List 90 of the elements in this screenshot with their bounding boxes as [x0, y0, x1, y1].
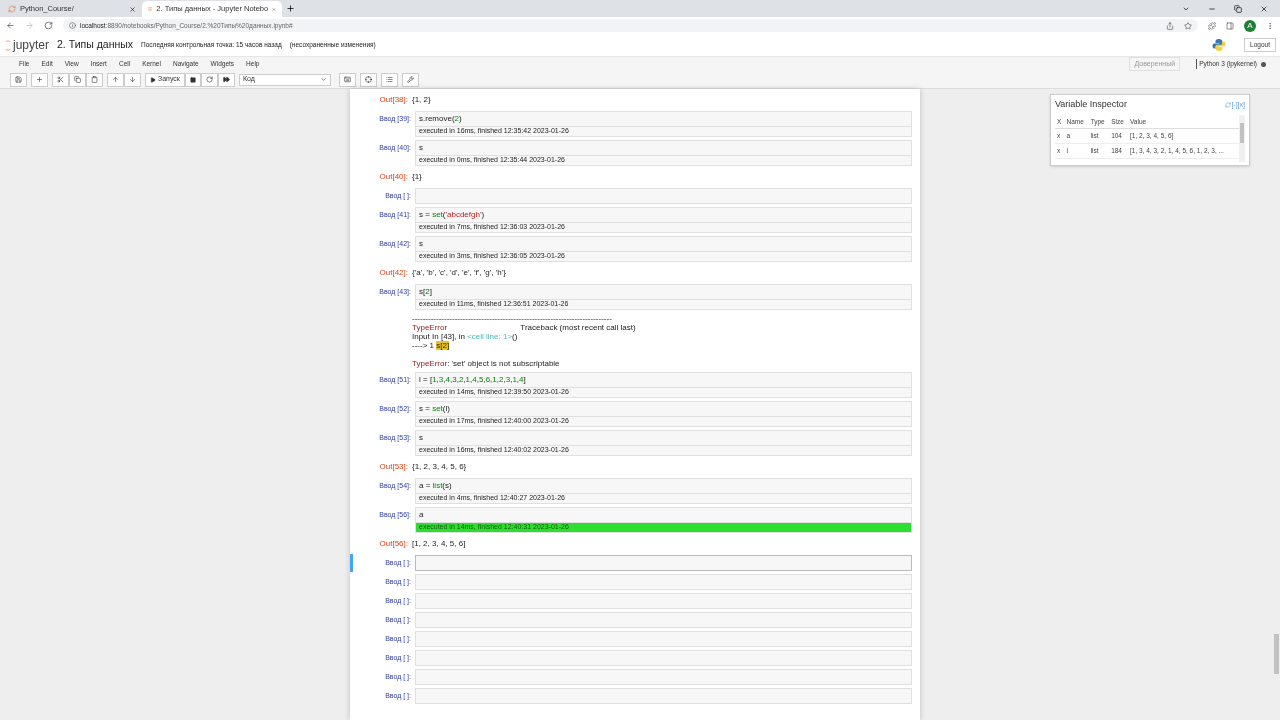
paste-button[interactable]: [86, 72, 103, 87]
paste-icon: [91, 76, 98, 83]
output-prompt: Out[42]:: [378, 267, 409, 279]
menu-icon: [1266, 21, 1274, 30]
back-icon: [6, 21, 15, 30]
keyboard-button[interactable]: [338, 72, 356, 87]
arrow-down-icon: [129, 76, 136, 83]
code-cell[interactable]: [415, 555, 912, 571]
code-line: l = [1,3,4,3,2,1,4,5,6,1,2,3,1,4]: [418, 374, 527, 386]
share-icon: [1166, 21, 1174, 30]
scrollbar[interactable]: [1239, 114, 1245, 162]
new-tab-icon: [286, 4, 295, 13]
restart-icon: [205, 76, 213, 83]
stop-icon: [189, 76, 196, 83]
traceback-line: ---------------------------------------------------------------------------: [412, 314, 613, 323]
panel-title: Variable Inspector: [1055, 98, 1127, 111]
wrench-icon: [406, 76, 414, 83]
notebook-title[interactable]: 2. Типы данных: [57, 37, 134, 53]
reload-icon: [44, 21, 53, 30]
arrow-up-icon: [112, 76, 119, 83]
tab-search-icon: [1182, 5, 1190, 13]
python-logo-icon: [1212, 38, 1227, 52]
code-line: s: [418, 142, 424, 154]
output-text: [1, 2, 3, 4, 5, 6]: [412, 538, 466, 550]
code-cell[interactable]: [415, 688, 912, 704]
code-line: s: [418, 238, 424, 250]
code-cell[interactable]: [415, 631, 912, 647]
close-icon: [1260, 5, 1268, 13]
profile-avatar[interactable]: A: [1244, 19, 1256, 32]
forward-icon: [25, 21, 34, 30]
page-scrollbar[interactable]: [1274, 634, 1279, 674]
traceback-line: TypeError: 'set' object is not subscriptable: [412, 359, 561, 368]
code-cell[interactable]: [415, 188, 912, 204]
loading-icon: [8, 5, 16, 13]
minimize-icon: [1208, 5, 1216, 13]
caret-icon: [319, 76, 327, 83]
output-text: {'a', 'b', 'c', 'd', 'e', 'f', 'g', 'h'}: [412, 267, 506, 279]
code-line: s = set(l): [418, 403, 451, 415]
output-text: {1}: [412, 171, 422, 183]
move-down-button[interactable]: [124, 72, 141, 87]
traceback-line: Input In [43], in <cell line: 1>(): [412, 332, 519, 341]
traceback-line: ----> 1 s[2]: [412, 341, 451, 350]
fast-forward-icon: [222, 76, 230, 83]
kernel-indicator-icon: [1261, 61, 1266, 67]
code-line: s[2]: [418, 286, 433, 298]
notebook-icon: [148, 5, 153, 13]
code-cell[interactable]: [415, 669, 912, 685]
close-icon: [272, 5, 276, 13]
crosshair-icon: [364, 76, 372, 83]
traceback-line: TypeError Traceback (most recent call last): [412, 323, 636, 332]
save-icon: [15, 76, 22, 83]
info-icon: [69, 22, 76, 29]
output-prompt: Out[40]:: [378, 171, 409, 183]
restore-icon: [1234, 5, 1242, 13]
code-line: s: [418, 432, 424, 444]
close-icon: [129, 5, 136, 13]
code-line: a: [418, 509, 425, 521]
keyboard-icon: [343, 76, 351, 83]
code-cell[interactable]: [415, 574, 912, 590]
restart-button[interactable]: [200, 72, 218, 87]
code-line: s.remove(2): [418, 113, 463, 125]
output-text: {1, 2, 3, 4, 5, 6}: [412, 461, 467, 473]
run-all-button[interactable]: [217, 72, 235, 87]
wrench-button[interactable]: [401, 72, 419, 87]
star-icon: [1184, 21, 1192, 30]
list-icon: [385, 76, 393, 83]
code-line: s = set('abcdefgh'): [418, 209, 486, 221]
insert-cell-button[interactable]: [31, 72, 48, 87]
output-text: {1, 2}: [412, 94, 431, 106]
plus-icon: [36, 76, 43, 83]
scissors-icon: [57, 76, 64, 83]
output-prompt: Out[53]:: [378, 461, 409, 473]
code-cell[interactable]: [415, 612, 912, 628]
code-cell[interactable]: [415, 650, 912, 666]
target-button[interactable]: [359, 72, 377, 87]
play-icon: [150, 76, 156, 83]
list-button[interactable]: [380, 72, 398, 87]
copy-icon: [74, 76, 81, 83]
move-up-button[interactable]: [107, 72, 124, 87]
output-prompt: Out[38]:: [378, 94, 409, 106]
side-panel-icon: [1226, 21, 1234, 30]
output-prompt: Out[56]:: [378, 538, 409, 550]
save-button[interactable]: [10, 72, 27, 87]
copy-button[interactable]: [69, 72, 86, 87]
jupyter-logo[interactable]: jupyter: [4, 36, 50, 54]
cut-button[interactable]: [52, 72, 69, 87]
refresh-icon[interactable]: [1225, 101, 1232, 108]
code-line: a = list(s): [418, 480, 453, 492]
code-cell[interactable]: [415, 593, 912, 609]
extensions-icon: [1208, 21, 1216, 30]
